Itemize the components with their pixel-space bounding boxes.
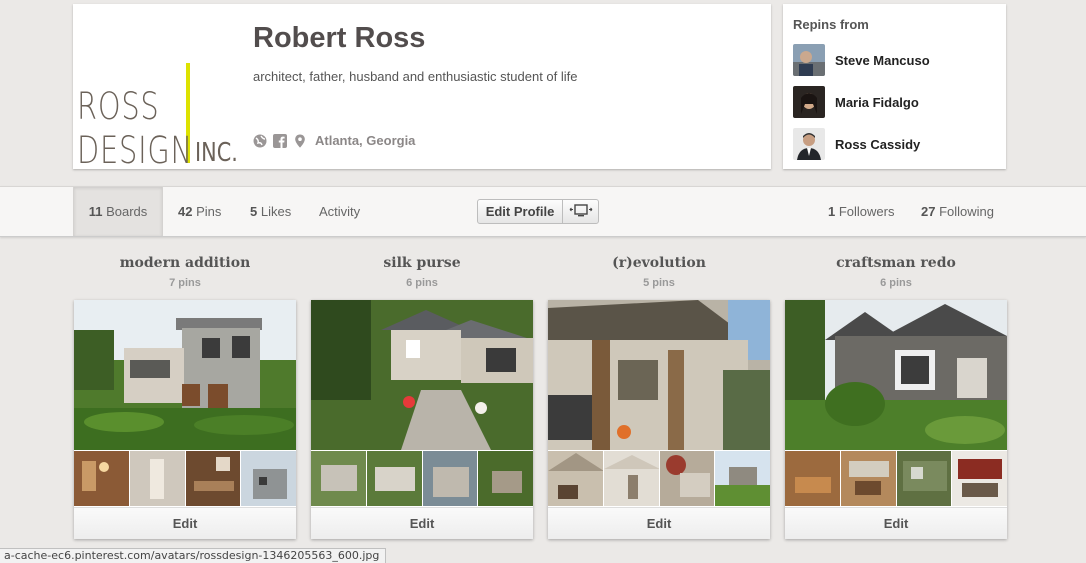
board-main-image[interactable] — [548, 300, 770, 450]
logo-line-1: ROSS — [77, 85, 160, 128]
profile-card: ROSS DESIGN INC. Robert Ross architect, … — [73, 4, 771, 169]
display-options-button[interactable] — [562, 199, 599, 224]
board-thumbnail[interactable] — [185, 451, 241, 506]
board-thumbnail[interactable] — [840, 451, 896, 506]
avatar[interactable] — [793, 86, 825, 118]
board-thumbnails — [548, 451, 770, 506]
tab-followers[interactable]: 1 Followers — [828, 187, 894, 236]
repins-title: Repins from — [793, 17, 869, 32]
board-thumbnail[interactable] — [366, 451, 422, 506]
board-main-image[interactable] — [74, 300, 296, 450]
activity-label: Activity — [319, 204, 361, 219]
globe-icon[interactable] — [253, 134, 267, 148]
tab-pins[interactable]: 42 Pins — [178, 187, 221, 236]
board-thumbnail[interactable] — [422, 451, 478, 506]
board-title[interactable]: silk purse — [311, 255, 533, 271]
board-cover[interactable]: Edit — [785, 300, 1007, 539]
boards-label: Boards — [106, 204, 148, 219]
board-thumbnail[interactable] — [715, 451, 770, 506]
board-pin-count: 5 pins — [643, 277, 675, 289]
location-pin-icon — [293, 134, 307, 148]
repins-card: Repins from Steve Mancuso Maria Fidalgo … — [783, 4, 1006, 169]
followers-count: 1 — [828, 204, 836, 219]
repin-user-name[interactable]: Ross Cassidy — [835, 137, 920, 152]
board-thumbnail[interactable] — [952, 451, 1007, 506]
board-cover[interactable]: Edit — [548, 300, 770, 539]
following-count: 27 — [921, 204, 936, 219]
logo-suffix: INC. — [195, 138, 238, 168]
tab-boards[interactable]: 11 Boards — [73, 187, 163, 236]
board-title[interactable]: craftsman redo — [785, 255, 1007, 271]
tab-likes[interactable]: 5 Likes — [250, 187, 291, 236]
facebook-icon[interactable] — [273, 133, 287, 148]
likes-label: Likes — [260, 204, 292, 219]
board-pin-count: 6 pins — [880, 277, 912, 289]
repin-user-item[interactable]: Steve Mancuso — [793, 44, 930, 76]
following-label: Following — [939, 204, 995, 219]
board-thumbnail[interactable] — [548, 451, 603, 506]
repin-user-name[interactable]: Steve Mancuso — [835, 53, 930, 68]
profile-navbar: 11 Boards 42 Pins 5 Likes Activity Edit … — [0, 186, 1086, 237]
edit-profile-button[interactable]: Edit Profile — [477, 199, 563, 224]
board-edit-button[interactable]: Edit — [785, 507, 1007, 539]
board-thumbnails — [785, 451, 1007, 506]
avatar[interactable] — [793, 128, 825, 160]
profile-bio: architect, father, husband and enthusias… — [253, 69, 578, 84]
tab-activity[interactable]: Activity — [319, 187, 360, 236]
ross-design-logo[interactable]: ROSS DESIGN INC. — [77, 60, 238, 172]
boards-count: 11 — [88, 204, 103, 219]
profile-location[interactable]: Atlanta, Georgia — [315, 133, 415, 148]
repin-user-name[interactable]: Maria Fidalgo — [835, 95, 919, 110]
board-thumbnail[interactable] — [659, 451, 715, 506]
board-thumbnail[interactable] — [785, 451, 840, 506]
repin-user-item[interactable]: Maria Fidalgo — [793, 86, 919, 118]
board-edit-button[interactable]: Edit — [548, 507, 770, 539]
board-cover[interactable]: Edit — [311, 300, 533, 539]
board-thumbnail[interactable] — [74, 451, 129, 506]
board-thumbnail[interactable] — [129, 451, 185, 506]
pins-label: Pins — [196, 204, 222, 219]
board-thumbnail[interactable] — [603, 451, 659, 506]
browser-status-url: a-cache-ec6.pinterest.com/avatars/rossde… — [0, 548, 387, 563]
board-thumbnail[interactable] — [478, 451, 533, 506]
board-thumbnail[interactable] — [311, 451, 366, 506]
board-title[interactable]: (r)evolution — [548, 255, 770, 271]
board-title[interactable]: modern addition — [74, 255, 296, 271]
board-thumbnail[interactable] — [241, 451, 296, 506]
board-main-image[interactable] — [785, 300, 1007, 450]
board-pin-count: 6 pins — [406, 277, 438, 289]
repin-user-item[interactable]: Ross Cassidy — [793, 128, 920, 160]
followers-label: Followers — [838, 204, 895, 219]
display-icon — [569, 203, 593, 220]
board-thumbnails — [311, 451, 533, 506]
likes-count: 5 — [250, 204, 258, 219]
board-edit-button[interactable]: Edit — [74, 507, 296, 539]
profile-name: Robert Ross — [253, 22, 426, 54]
board-thumbnails — [74, 451, 296, 506]
logo-line-2: DESIGN — [77, 129, 193, 172]
board-edit-button[interactable]: Edit — [311, 507, 533, 539]
board-thumbnail[interactable] — [896, 451, 952, 506]
edit-profile-label: Edit Profile — [485, 204, 555, 219]
board-cover[interactable]: Edit — [74, 300, 296, 539]
tab-following[interactable]: 27 Following — [921, 187, 994, 236]
board-main-image[interactable] — [311, 300, 533, 450]
profile-links: Atlanta, Georgia — [253, 133, 415, 148]
pins-count: 42 — [178, 204, 193, 219]
board-pin-count: 7 pins — [169, 277, 201, 289]
avatar[interactable] — [793, 44, 825, 76]
